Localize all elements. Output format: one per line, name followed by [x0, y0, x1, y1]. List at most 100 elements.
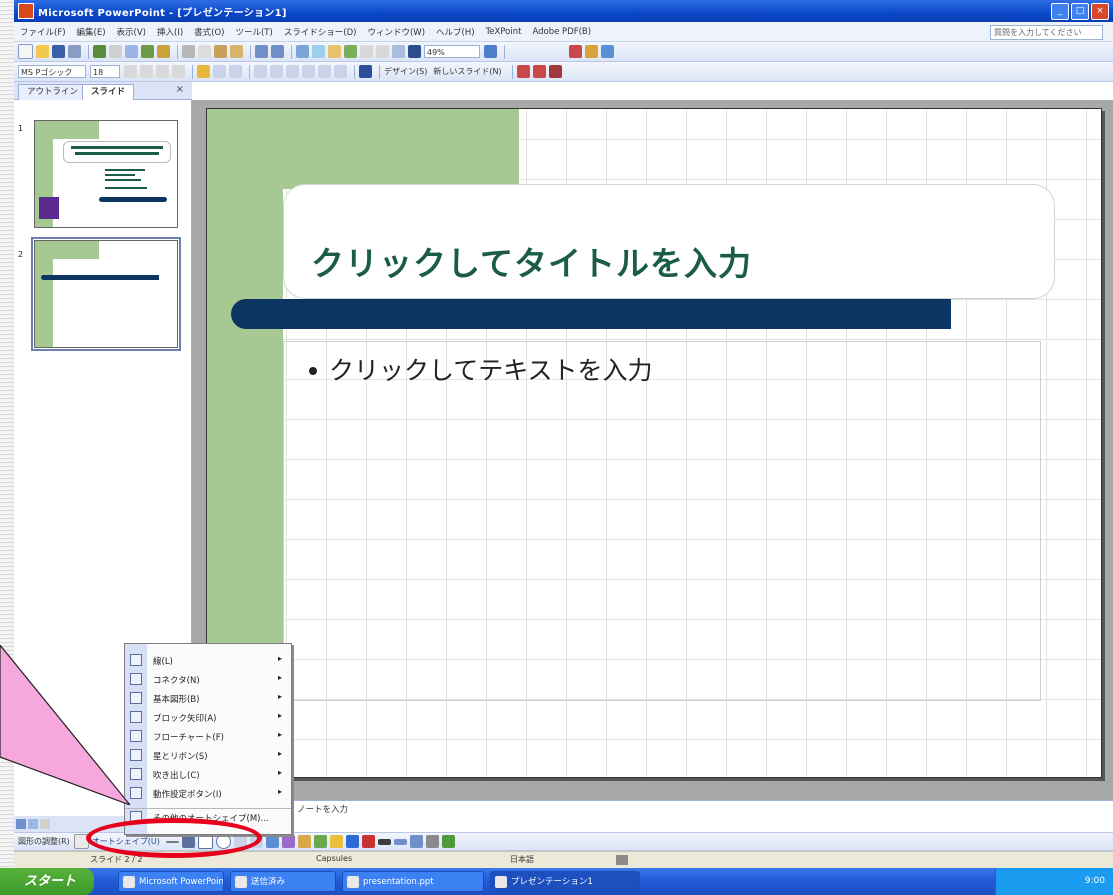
body-placeholder-text[interactable]: クリックしてテキストを入力 — [329, 351, 653, 387]
new-slide-button[interactable]: 新しいスライド(N) — [433, 66, 501, 77]
slideshow-icon[interactable] — [40, 819, 50, 829]
hyperlink-icon[interactable] — [296, 45, 309, 58]
align-right-icon[interactable] — [229, 65, 242, 78]
menu-adobe-pdf[interactable]: Adobe PDF(B) — [532, 27, 591, 37]
3d-style-icon[interactable] — [441, 835, 455, 848]
draw-menu-button[interactable]: 図形の調整(R) — [18, 836, 70, 847]
print-preview-icon[interactable] — [125, 45, 138, 58]
texpoint-edit-icon[interactable] — [585, 45, 598, 58]
format-painter-icon[interactable] — [230, 45, 243, 58]
undo-icon[interactable] — [255, 45, 268, 58]
close-button[interactable]: × — [1091, 3, 1109, 20]
research-icon[interactable] — [157, 45, 170, 58]
menu-texpoint[interactable]: TeXPoint — [486, 27, 522, 37]
body-placeholder-box[interactable] — [283, 341, 1041, 701]
texpoint-red2-icon[interactable] — [532, 65, 546, 78]
menu-item-callouts[interactable]: 吹き出し(C) ▸ — [125, 766, 291, 783]
font-color-icon[interactable] — [359, 65, 372, 78]
texpoint-red3-icon[interactable] — [548, 65, 562, 78]
expand-all-icon[interactable] — [360, 45, 373, 58]
menu-item-block-arrows[interactable]: ブロック矢印(A) ▸ — [125, 709, 291, 726]
normal-view-icon[interactable] — [16, 819, 26, 829]
notes-pane[interactable]: ノートを入力 — [192, 800, 1113, 816]
menu-item-connectors[interactable]: コネクタ(N) ▸ — [125, 671, 291, 688]
wordart-icon[interactable] — [265, 835, 279, 848]
increase-indent-icon[interactable] — [334, 65, 347, 78]
task-presentation1[interactable]: プレゼンテーション1 — [490, 871, 640, 892]
menu-item-stars-ribbons[interactable]: 星とリボン(S) ▸ — [125, 747, 291, 764]
print-icon[interactable] — [109, 45, 122, 58]
redo-icon[interactable] — [271, 45, 284, 58]
start-button[interactable]: スタート — [0, 868, 94, 895]
copy-icon[interactable] — [198, 45, 211, 58]
show-formatting-icon[interactable] — [376, 45, 389, 58]
font-size-select[interactable]: 18 — [90, 65, 120, 78]
slide-thumbnail-1[interactable] — [34, 120, 178, 228]
menu-insert[interactable]: 挿入(I) — [157, 26, 183, 38]
align-left-icon[interactable] — [197, 65, 210, 78]
save-icon[interactable] — [52, 45, 65, 58]
spelling-icon[interactable] — [141, 45, 154, 58]
grid-icon[interactable] — [392, 45, 405, 58]
menu-window[interactable]: ウィンドウ(W) — [367, 26, 425, 38]
bullets-icon[interactable] — [270, 65, 283, 78]
numbering-icon[interactable] — [254, 65, 267, 78]
chart-icon[interactable] — [328, 45, 341, 58]
insert-picture-icon[interactable] — [313, 835, 327, 848]
cut-icon[interactable] — [182, 45, 195, 58]
notes-placeholder-text[interactable]: ノートを入力 — [297, 803, 348, 815]
slide-sorter-icon[interactable] — [28, 819, 38, 829]
table-icon[interactable] — [312, 45, 325, 58]
menu-item-lines[interactable]: 線(L) ▸ — [125, 652, 291, 669]
powerpoint-app-icon[interactable] — [18, 3, 34, 19]
line-style-icon[interactable] — [377, 838, 391, 845]
menu-item-flowchart[interactable]: フローチャート(F) ▸ — [125, 728, 291, 745]
dash-style-icon[interactable] — [393, 838, 407, 845]
picture-icon[interactable] — [344, 45, 357, 58]
email-icon[interactable] — [93, 45, 106, 58]
text-color-icon[interactable] — [361, 835, 375, 848]
color-grayscale-icon[interactable] — [408, 45, 421, 58]
minimize-button[interactable]: _ — [1051, 3, 1069, 20]
texpoint-red-icon[interactable] — [516, 65, 530, 78]
menu-slideshow[interactable]: スライドショー(D) — [284, 26, 357, 38]
shadow-style-icon[interactable] — [425, 835, 439, 848]
menu-item-basic-shapes[interactable]: 基本図形(B) ▸ — [125, 690, 291, 707]
menu-format[interactable]: 書式(O) — [194, 26, 224, 38]
clipart-icon[interactable] — [297, 835, 311, 848]
arrow-style-icon[interactable] — [409, 835, 423, 848]
increase-font-icon[interactable] — [286, 65, 299, 78]
bold-icon[interactable] — [124, 65, 137, 78]
underline-icon[interactable] — [156, 65, 169, 78]
zoom-select[interactable]: 49% — [424, 45, 480, 58]
fill-color-icon[interactable] — [329, 835, 343, 848]
italic-icon[interactable] — [140, 65, 153, 78]
help-icon[interactable] — [484, 45, 497, 58]
title-placeholder-text[interactable]: クリックしてタイトルを入力 — [311, 237, 752, 285]
font-name-select[interactable]: MS Pゴシック — [18, 65, 86, 78]
line-color-icon[interactable] — [345, 835, 359, 848]
paste-icon[interactable] — [214, 45, 227, 58]
tab-outline[interactable]: アウトライン — [18, 84, 88, 100]
task-powerpoint[interactable]: Microsoft PowerPoint — [118, 871, 224, 892]
decrease-font-icon[interactable] — [302, 65, 315, 78]
maximize-button[interactable]: □ — [1071, 3, 1089, 20]
align-center-icon[interactable] — [213, 65, 226, 78]
menu-tools[interactable]: ツール(T) — [235, 26, 272, 38]
tab-slides[interactable]: スライド — [82, 84, 135, 100]
menu-edit[interactable]: 編集(E) — [77, 26, 106, 38]
permission-icon[interactable] — [68, 45, 81, 58]
texpoint-settings-icon[interactable] — [601, 45, 614, 58]
task-sent-items[interactable]: 送信済み — [230, 871, 336, 892]
menu-item-action-buttons[interactable]: 動作設定ボタン(I) ▸ — [125, 785, 291, 802]
slide-thumbnail-2[interactable] — [31, 237, 181, 351]
menu-view[interactable]: 表示(V) — [117, 26, 146, 38]
close-icon[interactable]: × — [176, 84, 184, 95]
menu-file[interactable]: ファイル(F) — [20, 26, 66, 38]
design-button[interactable]: デザイン(S) — [384, 66, 427, 77]
menu-help[interactable]: ヘルプ(H) — [436, 26, 475, 38]
shadow-icon[interactable] — [172, 65, 185, 78]
new-file-icon[interactable] — [18, 44, 33, 59]
diagram-icon[interactable] — [281, 835, 295, 848]
clock[interactable]: 9:00 — [1085, 876, 1105, 886]
